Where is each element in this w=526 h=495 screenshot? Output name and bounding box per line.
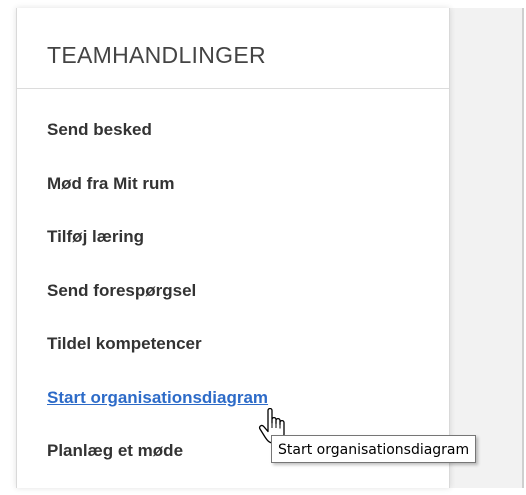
action-schedule-meeting[interactable]: Planlæg et møde xyxy=(47,441,268,495)
panel-divider xyxy=(17,88,449,89)
panel-title: TEAMHANDLINGER xyxy=(47,42,266,68)
action-meet-from-my-room[interactable]: Mød fra Mit rum xyxy=(47,174,268,228)
action-start-org-chart[interactable]: Start organisationsdiagram xyxy=(47,388,268,442)
tooltip: Start organisationsdiagram xyxy=(271,435,477,463)
team-actions-list: Send besked Mød fra Mit rum Tilføj lærin… xyxy=(47,120,268,495)
content-area-background xyxy=(450,8,524,488)
action-send-request[interactable]: Send forespørgsel xyxy=(47,281,268,335)
action-add-learning[interactable]: Tilføj læring xyxy=(47,227,268,281)
team-actions-panel: TEAMHANDLINGER Send besked Mød fra Mit r… xyxy=(16,8,450,488)
action-assign-competencies[interactable]: Tildel kompetencer xyxy=(47,334,268,388)
action-send-message[interactable]: Send besked xyxy=(47,120,268,174)
app-window: TEAMHANDLINGER Send besked Mød fra Mit r… xyxy=(0,0,526,488)
